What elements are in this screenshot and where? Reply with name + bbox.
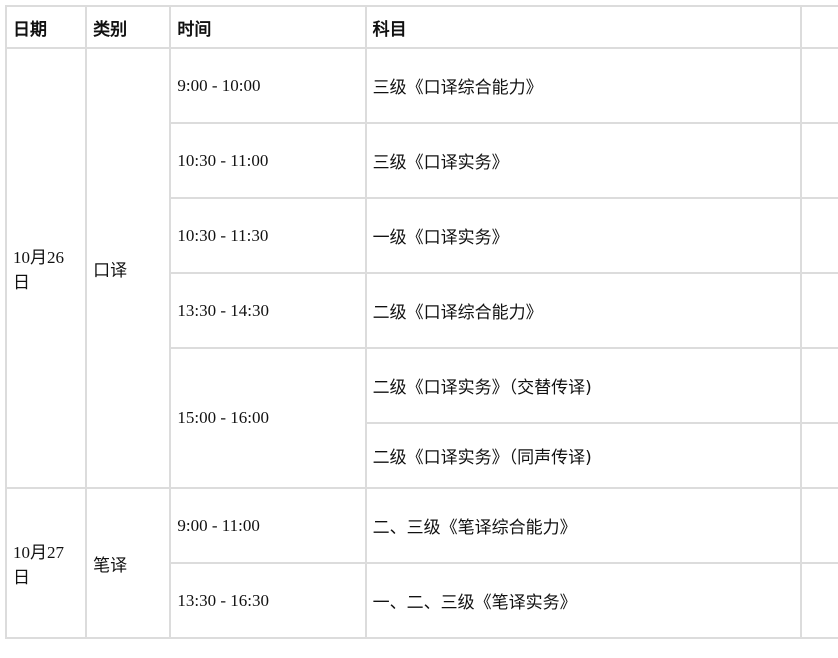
table-row: 10月26日 口译 9:00 - 10:00 三级《口译综合能力》 xyxy=(4,47,838,489)
extra-cell xyxy=(800,347,838,424)
category-cell: 笔译 xyxy=(85,487,172,639)
extra-cell xyxy=(800,487,838,564)
exam-schedule-table: 日期 类别 时间 科目 10月26日 口译 9:00 - 10:00 三级《口译… xyxy=(4,5,838,639)
subject-cell: 三级《口译实务》 xyxy=(364,122,803,199)
subject-cell: 三级《口译综合能力》 xyxy=(364,47,803,124)
date-cell: 10月27日 xyxy=(4,487,88,639)
subject-cell: 二级《口译综合能力》 xyxy=(364,272,803,349)
extra-cell xyxy=(800,562,838,639)
time-cell: 10:30 - 11:30 xyxy=(169,197,367,274)
time-cell: 13:30 - 16:30 xyxy=(169,562,367,639)
table-header-row: 日期 类别 时间 科目 xyxy=(4,5,838,49)
subject-cell: 二、三级《笔译综合能力》 xyxy=(364,487,803,564)
time-cell: 9:00 - 10:00 xyxy=(169,47,367,124)
subject-cell: 二级《口译实务》（同声传译) xyxy=(364,422,803,489)
time-cell: 9:00 - 11:00 xyxy=(169,487,367,564)
subject-cell: 二级《口译实务》（交替传译) xyxy=(364,347,803,424)
table-row: 10月27日 笔译 9:00 - 11:00 二、三级《笔译综合能力》 xyxy=(4,487,838,639)
time-cell: 13:30 - 14:30 xyxy=(169,272,367,349)
time-cell: 15:00 - 16:00 xyxy=(169,347,367,489)
subject-cell: 一、二、三级《笔译实务》 xyxy=(364,562,803,639)
time-cell: 10:30 - 11:00 xyxy=(169,122,367,199)
header-time: 时间 xyxy=(169,5,367,49)
extra-cell xyxy=(800,47,838,124)
extra-cell xyxy=(800,272,838,349)
schedule-container: 日期 类别 时间 科目 10月26日 口译 9:00 - 10:00 三级《口译… xyxy=(4,5,838,639)
extra-cell xyxy=(800,197,838,274)
header-subject: 科目 xyxy=(364,5,803,49)
extra-cell xyxy=(800,122,838,199)
extra-cell xyxy=(800,422,838,489)
header-extra xyxy=(800,5,838,49)
header-date: 日期 xyxy=(4,5,88,49)
category-cell: 口译 xyxy=(85,47,172,489)
subject-cell: 一级《口译实务》 xyxy=(364,197,803,274)
date-cell: 10月26日 xyxy=(4,47,88,489)
header-category: 类别 xyxy=(85,5,172,49)
